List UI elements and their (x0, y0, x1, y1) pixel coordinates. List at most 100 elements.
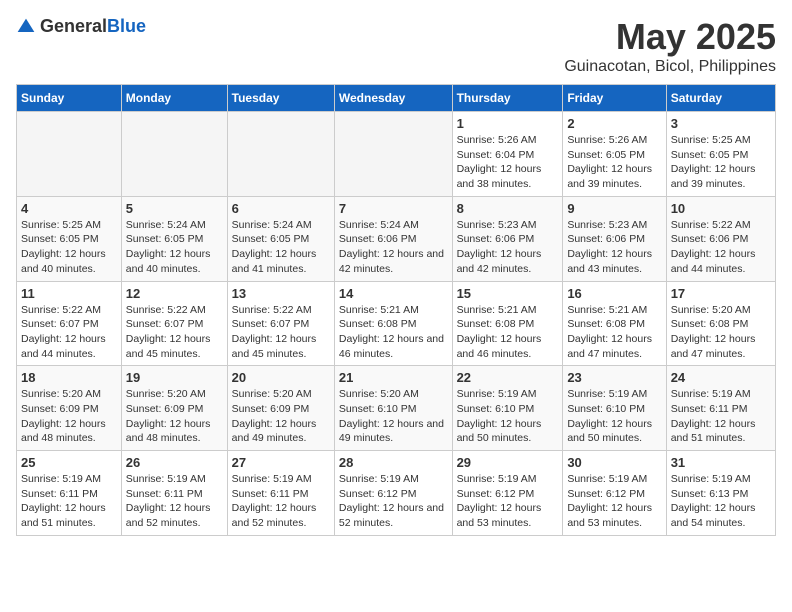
day-info: Sunrise: 5:19 AMSunset: 6:12 PMDaylight:… (339, 473, 444, 529)
week-row-5: 25 Sunrise: 5:19 AMSunset: 6:11 PMDaylig… (17, 451, 776, 536)
day-number: 20 (232, 370, 330, 385)
header-cell-monday: Monday (121, 85, 227, 112)
day-number: 16 (567, 286, 661, 301)
day-cell: 7 Sunrise: 5:24 AMSunset: 6:06 PMDayligh… (334, 196, 452, 281)
day-cell: 19 Sunrise: 5:20 AMSunset: 6:09 PMDaylig… (121, 366, 227, 451)
header-row: SundayMondayTuesdayWednesdayThursdayFrid… (17, 85, 776, 112)
day-info: Sunrise: 5:24 AMSunset: 6:05 PMDaylight:… (126, 219, 211, 275)
day-number: 6 (232, 201, 330, 216)
day-cell: 8 Sunrise: 5:23 AMSunset: 6:06 PMDayligh… (452, 196, 563, 281)
day-info: Sunrise: 5:22 AMSunset: 6:07 PMDaylight:… (21, 304, 106, 360)
day-cell (227, 112, 334, 197)
day-info: Sunrise: 5:19 AMSunset: 6:11 PMDaylight:… (126, 473, 211, 529)
day-number: 29 (457, 455, 559, 470)
header-cell-thursday: Thursday (452, 85, 563, 112)
day-cell: 16 Sunrise: 5:21 AMSunset: 6:08 PMDaylig… (563, 281, 666, 366)
day-cell: 27 Sunrise: 5:19 AMSunset: 6:11 PMDaylig… (227, 451, 334, 536)
day-number: 9 (567, 201, 661, 216)
week-row-2: 4 Sunrise: 5:25 AMSunset: 6:05 PMDayligh… (17, 196, 776, 281)
day-info: Sunrise: 5:23 AMSunset: 6:06 PMDaylight:… (567, 219, 652, 275)
day-cell: 1 Sunrise: 5:26 AMSunset: 6:04 PMDayligh… (452, 112, 563, 197)
day-cell: 21 Sunrise: 5:20 AMSunset: 6:10 PMDaylig… (334, 366, 452, 451)
day-cell: 15 Sunrise: 5:21 AMSunset: 6:08 PMDaylig… (452, 281, 563, 366)
logo-blue: Blue (107, 16, 146, 36)
day-info: Sunrise: 5:19 AMSunset: 6:11 PMDaylight:… (671, 388, 756, 444)
day-number: 19 (126, 370, 223, 385)
week-row-4: 18 Sunrise: 5:20 AMSunset: 6:09 PMDaylig… (17, 366, 776, 451)
day-number: 3 (671, 116, 771, 131)
day-number: 18 (21, 370, 117, 385)
day-number: 31 (671, 455, 771, 470)
week-row-1: 1 Sunrise: 5:26 AMSunset: 6:04 PMDayligh… (17, 112, 776, 197)
day-number: 27 (232, 455, 330, 470)
day-cell: 5 Sunrise: 5:24 AMSunset: 6:05 PMDayligh… (121, 196, 227, 281)
calendar-header: SundayMondayTuesdayWednesdayThursdayFrid… (17, 85, 776, 112)
day-info: Sunrise: 5:22 AMSunset: 6:07 PMDaylight:… (232, 304, 317, 360)
day-number: 24 (671, 370, 771, 385)
day-cell: 10 Sunrise: 5:22 AMSunset: 6:06 PMDaylig… (666, 196, 775, 281)
header-cell-wednesday: Wednesday (334, 85, 452, 112)
day-info: Sunrise: 5:19 AMSunset: 6:13 PMDaylight:… (671, 473, 756, 529)
day-cell: 11 Sunrise: 5:22 AMSunset: 6:07 PMDaylig… (17, 281, 122, 366)
page-title: May 2025 (564, 16, 776, 58)
header-cell-friday: Friday (563, 85, 666, 112)
day-info: Sunrise: 5:22 AMSunset: 6:07 PMDaylight:… (126, 304, 211, 360)
day-cell (334, 112, 452, 197)
day-info: Sunrise: 5:21 AMSunset: 6:08 PMDaylight:… (567, 304, 652, 360)
logo-text: GeneralBlue (40, 16, 146, 37)
day-cell: 20 Sunrise: 5:20 AMSunset: 6:09 PMDaylig… (227, 366, 334, 451)
day-info: Sunrise: 5:24 AMSunset: 6:05 PMDaylight:… (232, 219, 317, 275)
day-number: 12 (126, 286, 223, 301)
day-number: 13 (232, 286, 330, 301)
day-cell: 9 Sunrise: 5:23 AMSunset: 6:06 PMDayligh… (563, 196, 666, 281)
day-cell (17, 112, 122, 197)
day-cell: 12 Sunrise: 5:22 AMSunset: 6:07 PMDaylig… (121, 281, 227, 366)
logo: GeneralBlue (16, 16, 146, 37)
day-cell: 28 Sunrise: 5:19 AMSunset: 6:12 PMDaylig… (334, 451, 452, 536)
day-cell: 13 Sunrise: 5:22 AMSunset: 6:07 PMDaylig… (227, 281, 334, 366)
day-info: Sunrise: 5:26 AMSunset: 6:04 PMDaylight:… (457, 134, 542, 190)
logo-icon (16, 17, 36, 37)
day-number: 5 (126, 201, 223, 216)
day-number: 14 (339, 286, 448, 301)
day-cell: 22 Sunrise: 5:19 AMSunset: 6:10 PMDaylig… (452, 366, 563, 451)
day-info: Sunrise: 5:20 AMSunset: 6:09 PMDaylight:… (126, 388, 211, 444)
day-number: 8 (457, 201, 559, 216)
day-info: Sunrise: 5:19 AMSunset: 6:11 PMDaylight:… (21, 473, 106, 529)
title-area: May 2025 Guinacotan, Bicol, Philippines (564, 16, 776, 76)
day-number: 1 (457, 116, 559, 131)
day-number: 25 (21, 455, 117, 470)
day-cell: 17 Sunrise: 5:20 AMSunset: 6:08 PMDaylig… (666, 281, 775, 366)
day-info: Sunrise: 5:20 AMSunset: 6:08 PMDaylight:… (671, 304, 756, 360)
day-info: Sunrise: 5:25 AMSunset: 6:05 PMDaylight:… (671, 134, 756, 190)
calendar-table: SundayMondayTuesdayWednesdayThursdayFrid… (16, 84, 776, 536)
day-cell: 6 Sunrise: 5:24 AMSunset: 6:05 PMDayligh… (227, 196, 334, 281)
calendar-body: 1 Sunrise: 5:26 AMSunset: 6:04 PMDayligh… (17, 112, 776, 536)
day-number: 22 (457, 370, 559, 385)
day-number: 30 (567, 455, 661, 470)
day-number: 23 (567, 370, 661, 385)
day-number: 2 (567, 116, 661, 131)
day-cell: 31 Sunrise: 5:19 AMSunset: 6:13 PMDaylig… (666, 451, 775, 536)
day-cell: 25 Sunrise: 5:19 AMSunset: 6:11 PMDaylig… (17, 451, 122, 536)
day-info: Sunrise: 5:19 AMSunset: 6:12 PMDaylight:… (567, 473, 652, 529)
day-cell: 26 Sunrise: 5:19 AMSunset: 6:11 PMDaylig… (121, 451, 227, 536)
day-info: Sunrise: 5:19 AMSunset: 6:12 PMDaylight:… (457, 473, 542, 529)
day-info: Sunrise: 5:19 AMSunset: 6:10 PMDaylight:… (567, 388, 652, 444)
day-cell: 23 Sunrise: 5:19 AMSunset: 6:10 PMDaylig… (563, 366, 666, 451)
day-number: 17 (671, 286, 771, 301)
header-cell-saturday: Saturday (666, 85, 775, 112)
day-cell (121, 112, 227, 197)
day-info: Sunrise: 5:19 AMSunset: 6:10 PMDaylight:… (457, 388, 542, 444)
day-number: 26 (126, 455, 223, 470)
day-number: 4 (21, 201, 117, 216)
day-info: Sunrise: 5:20 AMSunset: 6:09 PMDaylight:… (232, 388, 317, 444)
day-number: 28 (339, 455, 448, 470)
day-cell: 2 Sunrise: 5:26 AMSunset: 6:05 PMDayligh… (563, 112, 666, 197)
day-number: 7 (339, 201, 448, 216)
day-info: Sunrise: 5:20 AMSunset: 6:09 PMDaylight:… (21, 388, 106, 444)
logo-general: General (40, 16, 107, 36)
page-subtitle: Guinacotan, Bicol, Philippines (564, 58, 776, 76)
page-header: GeneralBlue May 2025 Guinacotan, Bicol, … (16, 16, 776, 76)
day-cell: 29 Sunrise: 5:19 AMSunset: 6:12 PMDaylig… (452, 451, 563, 536)
